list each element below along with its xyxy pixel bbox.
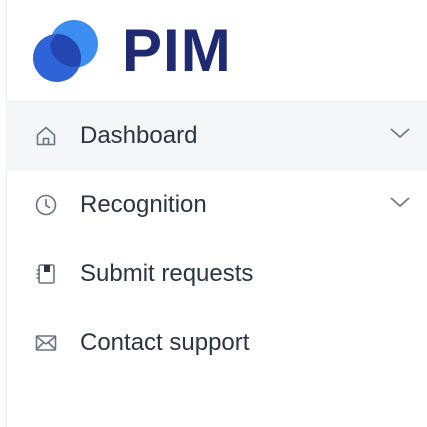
sidebar-item-recognition[interactable]: Recognition [6,170,427,239]
sidebar-item-label: Recognition [80,190,207,218]
sidebar-item-dashboard[interactable]: Dashboard [6,101,427,170]
brand-logo-icon [33,20,98,82]
brand[interactable]: PIM [30,16,232,86]
envelope-icon [34,331,58,355]
sidebar-item-label: Dashboard [80,121,198,149]
chevron-down-icon[interactable] [389,195,411,209]
sidebar-item-submit-requests[interactable]: Submit requests [6,239,427,308]
clock-icon [34,193,58,217]
sidebar: PIM Dashboard Recognition Submit request… [0,0,427,427]
brand-name: PIM [122,17,232,84]
sidebar-item-label: Contact support [80,328,250,356]
sidebar-item-contact-support[interactable]: Contact support [6,308,427,377]
sidebar-item-label: Submit requests [80,259,254,287]
document-icon [34,262,58,286]
sidebar-nav: Dashboard Recognition Submit requests Co… [6,101,427,377]
chevron-down-icon[interactable] [389,126,411,140]
home-icon [34,124,58,148]
